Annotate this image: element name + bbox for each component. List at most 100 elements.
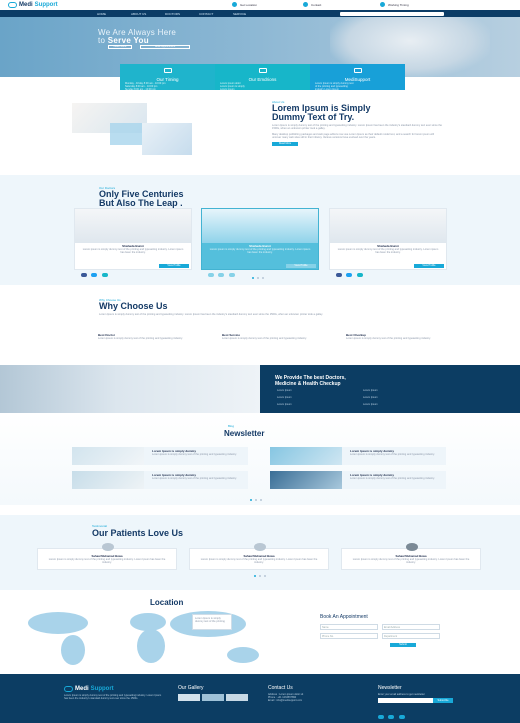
newsletter-email-input[interactable]	[378, 698, 433, 704]
email-field[interactable]: Email Address	[382, 624, 440, 630]
gallery-thumb[interactable]	[202, 694, 224, 701]
news-post[interactable]: Lorem Ipsum is simply dummy Lorem ipsum …	[270, 447, 446, 465]
doctor-card[interactable]: Shahada Bunni Lorem ipsum is simply dumm…	[74, 208, 192, 277]
news-text: Lorem ipsum is simply dummy text of the …	[152, 453, 237, 456]
world-map[interactable]	[18, 608, 298, 668]
name-field[interactable]: Name	[320, 624, 378, 630]
doctor-card[interactable]: Shahada Bunni Lorem ipsum is simply dumm…	[201, 208, 319, 277]
gallery-thumb[interactable]	[226, 694, 248, 701]
location-title: Location	[150, 598, 184, 607]
medical-icon	[353, 68, 362, 73]
location-icon	[232, 2, 237, 7]
brand-name-accent: Support	[34, 2, 58, 8]
news-post[interactable]: Lorem Ipsum is simply dummy Lorem ipsum …	[270, 471, 446, 489]
news-text: Lorem ipsum is simply dummy text of the …	[350, 477, 435, 480]
avatar	[254, 543, 266, 551]
doctor-card[interactable]: Shahada Bunni Lorem ipsum is simply dumm…	[329, 208, 447, 277]
footer-about-text: Lorem Ipsum is simply dummy text of the …	[64, 694, 162, 701]
twitter-icon[interactable]	[218, 273, 225, 277]
gallery-thumb[interactable]	[178, 694, 200, 701]
linkedin-icon[interactable]	[101, 273, 108, 277]
learn-more-button[interactable]: Learn More	[108, 45, 132, 49]
news-post[interactable]: Lorem Ipsum is simply dummy Lorem ipsum …	[72, 471, 248, 489]
testimonial-carousel-dots[interactable]	[254, 575, 266, 577]
about-text: About Us Lorem Ipsum is Simply Dummy Tex…	[272, 100, 442, 147]
footer-brand: Medi	[75, 686, 89, 692]
provide-item: Lorem Ipsum	[277, 396, 292, 399]
view-profile-button[interactable]: View Profile	[286, 264, 316, 268]
testimonial-title: Our Patients Love Us	[92, 528, 184, 538]
news-text: Lorem ipsum is simply dummy text of the …	[152, 477, 237, 480]
view-profile-button[interactable]: View Profile	[414, 264, 444, 268]
avatar	[406, 543, 418, 551]
newsletter-kicker: Blog	[228, 424, 235, 428]
provide-item: Lorem Ipsum	[363, 389, 378, 392]
submit-button[interactable]: Submit	[390, 643, 416, 647]
doctors-title-line2: But Also The Leap .	[99, 198, 183, 208]
read-more-button[interactable]: Read More	[272, 142, 298, 147]
twitter-icon[interactable]	[346, 273, 353, 277]
why-paragraph: Lorem Ipsum is simply dummy text of the …	[99, 313, 324, 316]
linkedin-icon[interactable]	[228, 273, 235, 277]
phone-field[interactable]: Phone No.	[320, 633, 378, 639]
top-header: Medi Support Get Location Contact Working…	[0, 0, 520, 10]
provide-item: Lorem Ipsum	[277, 389, 292, 392]
clock-icon	[163, 68, 172, 73]
subscribe-button[interactable]: Subscribe	[433, 698, 453, 704]
brand-name: Medi	[19, 2, 33, 8]
testimonial-card: Sahaal Muhamad Buwa Lorem Ipsum is simpl…	[341, 543, 481, 570]
map-pin-text: Lorem Ipsum is simply dummy text of the …	[195, 617, 225, 624]
newsletter-carousel-dots[interactable]	[250, 499, 262, 501]
doctor-photo	[330, 209, 446, 243]
doctor-photo	[75, 209, 191, 243]
nav-about[interactable]: ABOUT US	[131, 12, 165, 16]
linkedin-icon[interactable]	[398, 715, 405, 720]
clock-icon	[380, 2, 385, 7]
header-location[interactable]: Get Location	[232, 2, 257, 7]
about-paragraph-1: Lorem Ipsum is simply dummy text of the …	[272, 124, 442, 131]
footer-logo[interactable]: Medi Support	[64, 686, 164, 692]
why-item: Best Doctor Lorem ipsum is simply dummy …	[98, 333, 208, 340]
about-paragraph-2: Many desktop publishing packages and web…	[272, 132, 434, 139]
main-nav: HOME ABOUT US DOCTORS CONTACT SERVICE	[0, 10, 520, 17]
book-appointment-button[interactable]: Book Appointment	[140, 45, 190, 49]
header-info-label: Working Timing	[388, 2, 409, 7]
provide-title: We Provide The best Doctors, Medicine & H…	[275, 375, 346, 387]
news-image	[270, 471, 342, 489]
gallery-thumbs	[178, 694, 248, 701]
facebook-icon[interactable]	[378, 715, 384, 720]
department-select[interactable]: Department	[382, 633, 440, 639]
provide-panel: We Provide The best Doctors, Medicine & H…	[260, 365, 520, 413]
header-contact[interactable]: Contact	[303, 2, 321, 7]
nav-contact[interactable]: CONTACT	[199, 12, 233, 16]
footer-newsletter-title: Newsletter	[378, 685, 402, 691]
logo-icon	[64, 686, 73, 692]
linkedin-icon[interactable]	[356, 273, 363, 277]
facebook-icon[interactable]	[208, 273, 214, 277]
about-photo-2	[142, 123, 192, 155]
provide-item: Lorem Ipsum	[363, 403, 378, 406]
twitter-icon[interactable]	[388, 715, 395, 720]
brand-logo[interactable]: Medi Support	[8, 2, 58, 8]
footer-email: Email : info@medisupport.com	[268, 699, 303, 703]
nav-service[interactable]: SERVICE	[233, 12, 267, 16]
nav-home[interactable]: HOME	[97, 12, 131, 16]
twitter-icon[interactable]	[91, 273, 98, 277]
appointment-title: Book An Appointment	[320, 614, 368, 620]
footer-gallery-title: Our Gallery	[178, 685, 204, 691]
facebook-icon[interactable]	[81, 273, 87, 277]
box-line: Lorem ipsum	[220, 88, 235, 91]
search-input[interactable]	[340, 11, 444, 16]
news-post[interactable]: Lorem Ipsum is simply dummy Lorem ipsum …	[72, 447, 248, 465]
hero-title: We Are Always Here to Serve You	[98, 29, 176, 45]
doctors-carousel-dots[interactable]	[252, 277, 264, 279]
avatar	[102, 543, 114, 551]
view-profile-button[interactable]: View Profile	[159, 264, 189, 268]
patient-quote: Lorem Ipsum is simply dummy text of the …	[48, 558, 166, 565]
facebook-icon[interactable]	[336, 273, 342, 277]
doctor-text: Lorem ipsum is simply dummy text of the …	[209, 248, 311, 255]
nav-doctors[interactable]: DOCTORS	[165, 12, 199, 16]
doctor-text: Lorem ipsum is simply dummy text of the …	[82, 248, 184, 255]
header-timing[interactable]: Working Timing	[380, 2, 409, 7]
footer-newsletter-text: Enter your email address to get newslett…	[378, 693, 425, 696]
